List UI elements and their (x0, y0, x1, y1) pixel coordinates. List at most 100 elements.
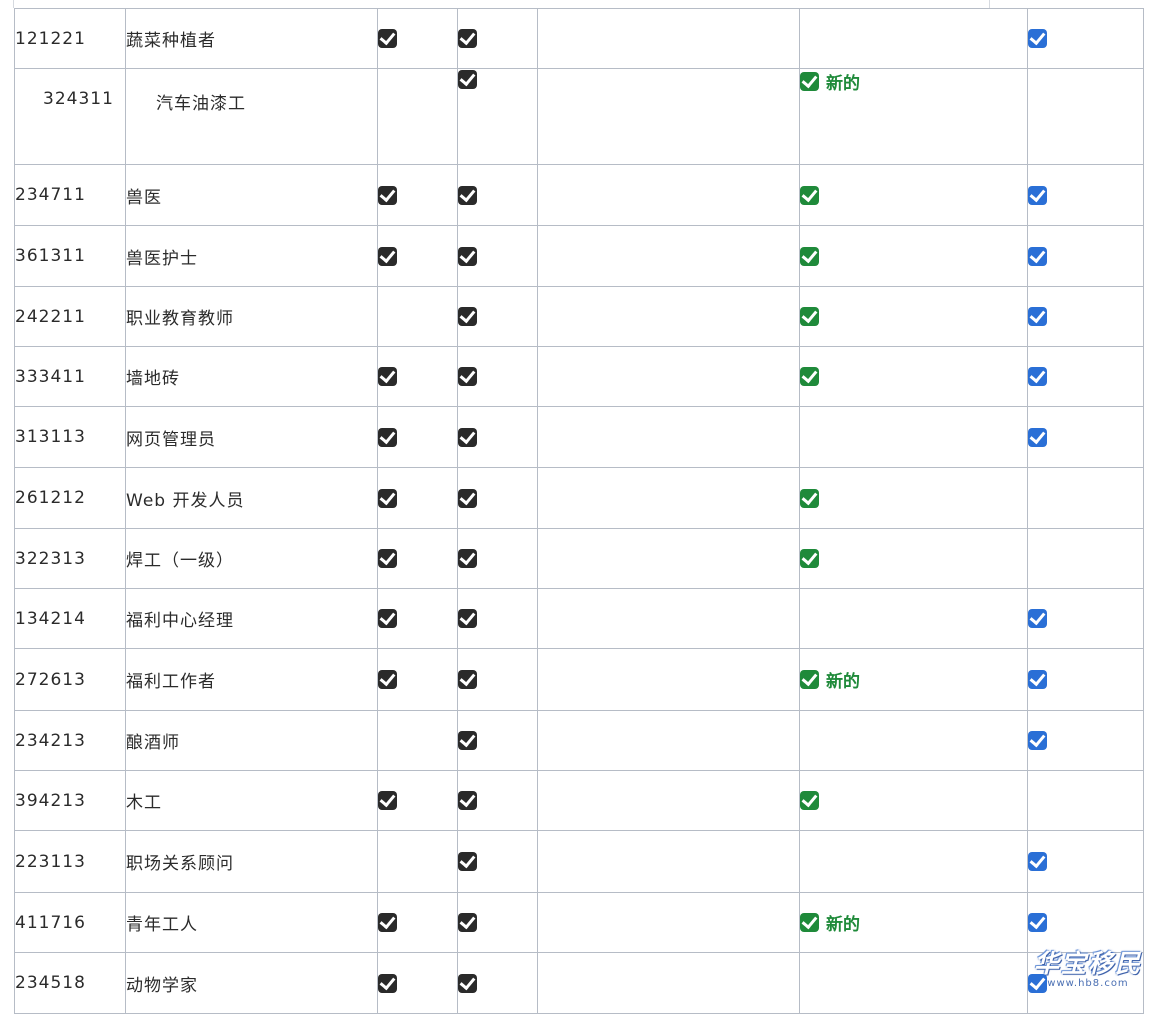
checked-box-icon (458, 367, 477, 386)
list-column-1-cell (377, 952, 458, 1014)
occupation-code: 234213 (14, 710, 126, 771)
occupation-name: 焊工（一级） (125, 528, 378, 589)
checked-box-icon (378, 427, 397, 447)
checked-box-icon (458, 427, 477, 447)
list-column-4-cell (799, 770, 1028, 831)
occupation-name: 职业教育教师 (125, 286, 378, 347)
checked-box-icon (800, 246, 819, 266)
checked-box-icon (1028, 427, 1047, 447)
occupation-code: 313113 (14, 406, 126, 468)
table-row: 242211 职业教育教师 (14, 286, 1144, 347)
list-column-2-cell (457, 952, 538, 1014)
occupation-name: 酿酒师 (125, 710, 378, 771)
list-column-5-cell (1027, 164, 1144, 226)
list-column-5-cell (1027, 710, 1144, 771)
list-column-1-cell (377, 467, 458, 529)
occupation-code: 234711 (14, 164, 126, 226)
occupation-code: 411716 (14, 892, 126, 953)
list-column-1-cell (377, 830, 458, 893)
checked-box-icon (458, 670, 477, 689)
table-row: 261212 Web 开发人员 (14, 467, 1144, 529)
list-column-2-cell (457, 892, 538, 953)
checked-box-icon (1028, 973, 1047, 993)
table-row: 313113 网页管理员 (14, 406, 1144, 468)
list-column-1-cell (377, 892, 458, 953)
checked-box-icon (458, 307, 477, 326)
checked-box-icon (458, 791, 477, 810)
list-column-2-cell (457, 830, 538, 893)
checked-box-icon (378, 973, 397, 993)
table-row: 134214 福利中心经理 (14, 588, 1144, 649)
occupation-code: 261212 (14, 467, 126, 529)
table-row: 324311 汽车油漆工 新的 (14, 68, 1144, 165)
checked-box-icon (458, 609, 477, 628)
occupation-code: 134214 (14, 588, 126, 649)
list-column-2-cell (457, 710, 538, 771)
checked-box-icon (800, 791, 819, 810)
list-column-1-cell (377, 770, 458, 831)
list-column-3-cell (537, 588, 800, 649)
list-column-1-cell (377, 528, 458, 589)
occupation-code: 324311 (14, 68, 126, 165)
list-column-4-cell: 新的 (799, 648, 1028, 711)
table-row: 234213 酿酒师 (14, 710, 1144, 771)
checked-box-icon (800, 367, 819, 386)
list-column-4-cell (799, 164, 1028, 226)
occupation-code: 361311 (14, 225, 126, 287)
list-column-3-cell (537, 770, 800, 831)
list-column-1-cell (377, 710, 458, 771)
checked-box-icon (378, 367, 397, 386)
checked-box-icon (1028, 29, 1047, 48)
occupation-table-body: 121221 蔬菜种植者 324311 汽车油漆工 新的 234711 兽医 361311 兽医… (14, 8, 1144, 1014)
list-column-3-cell (537, 346, 800, 407)
checked-box-icon (1028, 367, 1047, 386)
occupation-name: 木工 (125, 770, 378, 831)
table-row: 121221 蔬菜种植者 (14, 8, 1144, 69)
checked-box-icon (378, 670, 397, 689)
occupation-code: 272613 (14, 648, 126, 711)
occupation-name: Web 开发人员 (125, 467, 378, 529)
list-column-1-cell (377, 225, 458, 287)
list-column-5-cell (1027, 406, 1144, 468)
checked-box-icon (800, 72, 819, 91)
occupation-name: 动物学家 (125, 952, 378, 1014)
list-column-5-cell (1027, 286, 1144, 347)
occupation-name: 兽医 (125, 164, 378, 226)
list-column-1-cell (377, 164, 458, 226)
list-column-4-cell (799, 225, 1028, 287)
list-column-2-cell (457, 528, 538, 589)
checked-box-icon (800, 670, 819, 689)
checked-box-icon (1028, 670, 1047, 689)
list-column-3-cell (537, 8, 800, 69)
list-column-4-cell (799, 528, 1028, 589)
list-column-5-cell (1027, 770, 1144, 831)
list-column-4-cell: 新的 (799, 892, 1028, 953)
list-column-4-cell (799, 286, 1028, 347)
list-column-2-cell (457, 406, 538, 468)
list-column-2-cell (457, 164, 538, 226)
list-column-3-cell (537, 892, 800, 953)
checked-box-icon (1028, 913, 1047, 932)
list-column-5-cell (1027, 588, 1144, 649)
checked-box-icon (378, 488, 397, 508)
checked-box-icon (1028, 185, 1047, 205)
list-column-2-cell (457, 68, 538, 165)
checked-box-icon (458, 246, 477, 266)
occupation-name: 福利中心经理 (125, 588, 378, 649)
checked-box-icon (458, 488, 477, 508)
list-column-3-cell (537, 164, 800, 226)
table-row: 411716 青年工人 新的 (14, 892, 1144, 953)
occupation-code: 322313 (14, 528, 126, 589)
checked-box-icon (800, 307, 819, 326)
occupation-name: 青年工人 (125, 892, 378, 953)
checked-box-icon (800, 913, 819, 932)
list-column-5-cell (1027, 892, 1144, 953)
list-column-3-cell (537, 286, 800, 347)
table-top-edge (13, 0, 990, 8)
list-column-3-cell (537, 830, 800, 893)
list-column-1-cell (377, 588, 458, 649)
checked-box-icon (458, 549, 477, 568)
list-column-1-cell (377, 648, 458, 711)
checked-box-icon (1028, 852, 1047, 871)
table-row: 223113 职场关系顾问 (14, 830, 1144, 893)
